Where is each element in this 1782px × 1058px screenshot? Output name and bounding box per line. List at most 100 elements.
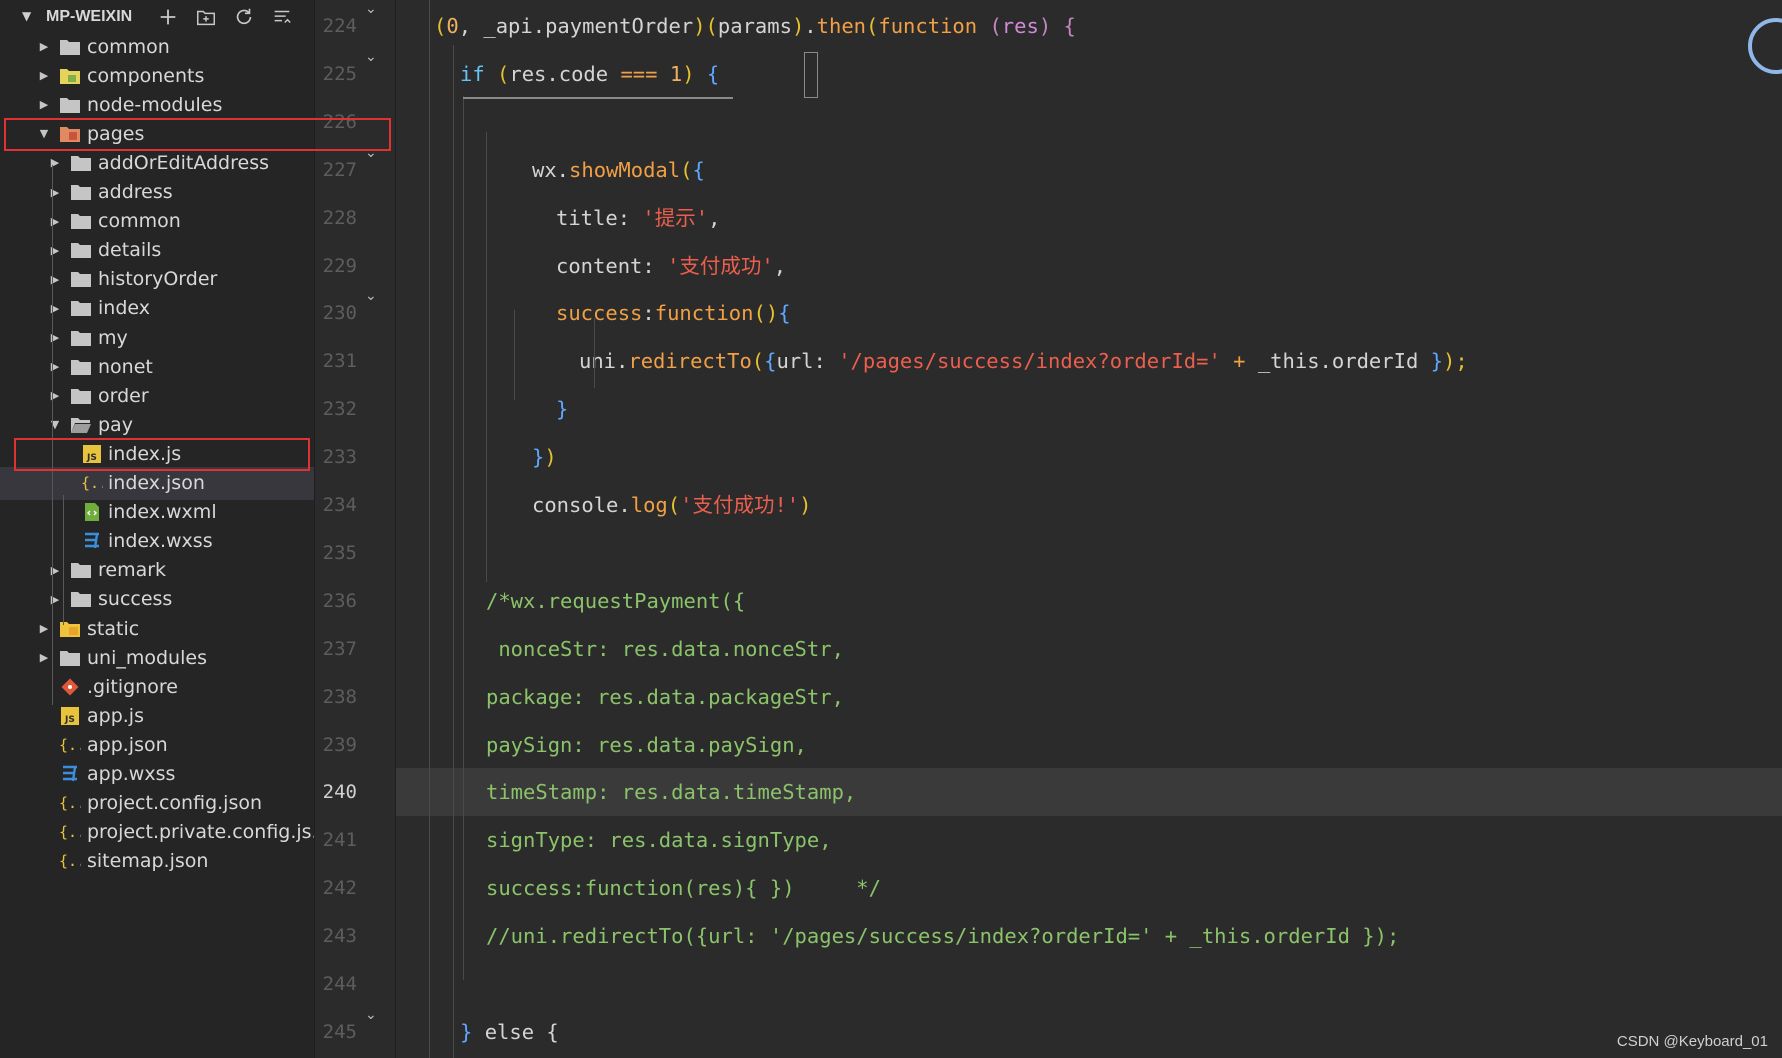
code-line[interactable] (396, 98, 1782, 146)
code-token: content: (556, 253, 668, 278)
tree-folder[interactable]: ▶ uni_modules (0, 641, 314, 674)
tree-file[interactable]: JS index.js (0, 437, 314, 470)
tree-file[interactable]: app.wxss (0, 758, 314, 791)
code-line[interactable]: (0, _api.paymentOrder)(params).then(func… (396, 2, 1782, 50)
code-line[interactable]: /*wx.requestPayment({ (396, 577, 1782, 625)
fold-chevron-icon[interactable]: ⌄ (365, 145, 377, 161)
chevron-right-icon[interactable]: ▶ (49, 186, 61, 199)
chevron-right-icon[interactable]: ▶ (49, 593, 61, 606)
code-line[interactable]: package: res.data.packageStr, (396, 673, 1782, 721)
chevron-down-icon[interactable]: ▼ (49, 418, 61, 431)
folder-icon (69, 326, 93, 350)
line-number: 245 (322, 1020, 357, 1043)
fold-chevron-icon[interactable]: ⌄ (365, 288, 377, 304)
tree-folder[interactable]: ▼ pages (0, 117, 314, 150)
json-file-icon: {..} (58, 733, 82, 757)
tree-item-label: node-modules (87, 93, 223, 116)
chevron-right-icon[interactable]: ▶ (38, 40, 50, 53)
code-line[interactable]: timeStamp: res.data.timeStamp, (396, 768, 1782, 817)
chevron-right-icon[interactable]: ▶ (49, 215, 61, 228)
chevron-right-icon[interactable]: ▶ (49, 564, 61, 577)
chevron-right-icon[interactable]: ▶ (38, 622, 50, 635)
fold-chevron-icon[interactable]: ⌄ (365, 1007, 377, 1023)
chevron-right-icon[interactable]: ▶ (49, 331, 61, 344)
tree-folder[interactable]: ▶ static (0, 612, 314, 645)
tree-folder[interactable]: ▶ common (0, 205, 314, 238)
code-line[interactable]: console.log('支付成功!') (396, 481, 1782, 529)
tree-folder[interactable]: ▶ addOrEditAddress (0, 146, 314, 179)
refresh-icon[interactable] (232, 5, 256, 29)
tree-folder[interactable]: ▶ index (0, 292, 314, 325)
chevron-right-icon[interactable]: ▶ (38, 69, 50, 82)
code-token: : (642, 301, 655, 326)
tree-file[interactable]: index.wxml (0, 496, 314, 529)
chevron-right-icon[interactable]: ▶ (49, 156, 61, 169)
tree-folder[interactable]: ▶ nonet (0, 350, 314, 383)
tree-file[interactable]: JS app.js (0, 699, 314, 732)
code-line[interactable]: wx.showModal({ (396, 146, 1782, 194)
tree-folder[interactable]: ▶ node-modules (0, 88, 314, 121)
code-text: timeStamp: res.data.timeStamp, (486, 768, 856, 816)
code-line[interactable]: } else { (396, 1008, 1782, 1056)
indent-guide (63, 495, 64, 625)
tree-item-label: index.wxml (108, 501, 217, 524)
explorer-title[interactable]: MP-WEIXIN (46, 8, 132, 26)
fold-chevron-icon[interactable]: ⌄ (365, 1, 377, 17)
code-line[interactable]: content: '支付成功', (396, 242, 1782, 290)
tree-folder[interactable]: ▶ historyOrder (0, 263, 314, 296)
json-file-icon: {..} (58, 791, 82, 815)
tree-folder[interactable]: ▶ address (0, 176, 314, 209)
code-line[interactable]: uni.redirectTo({url: '/pages/success/ind… (396, 337, 1782, 385)
chevron-right-icon[interactable]: ▶ (49, 244, 61, 257)
code-line[interactable]: nonceStr: res.data.nonceStr, (396, 625, 1782, 673)
code-line[interactable]: success:function(){ (396, 289, 1782, 337)
tree-file[interactable]: {..} index.json (0, 466, 314, 500)
tree-file[interactable]: {..} app.json (0, 728, 314, 761)
tree-file[interactable]: {..} project.private.config.js... (0, 816, 314, 849)
chevron-down-icon[interactable]: ▼ (22, 9, 31, 23)
chevron-right-icon[interactable]: ▶ (49, 302, 61, 315)
tree-item-label: index.js (108, 442, 182, 465)
chevron-right-icon[interactable]: ▶ (38, 98, 50, 111)
tree-folder[interactable]: ▼ pay (0, 408, 314, 441)
tree-folder[interactable]: ▶ remark (0, 554, 314, 587)
code-line[interactable]: } (396, 385, 1782, 433)
tree-folder[interactable]: ▶ details (0, 234, 314, 267)
code-editor[interactable]: 224 ⌄ 225 ⌄ 226 227 ⌄ 228 229 230 ⌄ 231 232 233 234 235… (315, 0, 1782, 1058)
code-token: url: (776, 349, 839, 374)
tree-file[interactable]: .gitignore (0, 670, 314, 703)
tree-file[interactable]: {..} sitemap.json (0, 845, 314, 878)
chevron-right-icon[interactable]: ▶ (38, 651, 50, 664)
chevron-down-icon[interactable]: ▼ (38, 127, 50, 140)
tree-file[interactable]: index.wxss (0, 525, 314, 558)
new-folder-icon[interactable] (194, 5, 218, 29)
code-text: paySign: res.data.paySign, (486, 721, 807, 769)
tree-file[interactable]: {..} project.config.json (0, 787, 314, 820)
code-line[interactable]: if (res.code === 1) { (396, 50, 1782, 98)
tree-folder[interactable]: ▶ order (0, 379, 314, 412)
code-token: } (1430, 349, 1443, 374)
code-line[interactable] (396, 529, 1782, 577)
tree-folder[interactable]: ▶ success (0, 583, 314, 616)
code-line[interactable]: signType: res.data.signType, (396, 816, 1782, 864)
chevron-right-icon[interactable]: ▶ (49, 273, 61, 286)
new-file-icon[interactable] (156, 5, 180, 29)
code-line[interactable]: title: '提示', (396, 194, 1782, 242)
code-token: ) { (1038, 14, 1076, 38)
line-number-gutter: 224 ⌄ 225 ⌄ 226 227 ⌄ 228 229 230 ⌄ 231 232 233 234 235… (315, 0, 395, 1058)
code-line[interactable]: //uni.redirectTo({url: '/pages/success/i… (396, 912, 1782, 960)
code-line[interactable]: success:function(res){ }) */ (396, 864, 1782, 912)
code-line[interactable]: paySign: res.data.paySign, (396, 721, 1782, 769)
tree-folder[interactable]: ▶ common (0, 30, 314, 63)
chevron-right-icon[interactable]: ▶ (49, 360, 61, 373)
code-line[interactable] (396, 960, 1782, 1008)
tree-folder[interactable]: ▶ components (0, 59, 314, 92)
code-text: if (res.code === 1) { (460, 50, 719, 98)
code-token: { (692, 157, 705, 182)
code-text: nonceStr: res.data.nonceStr, (486, 625, 844, 673)
collapse-all-icon[interactable] (270, 5, 294, 29)
tree-folder[interactable]: ▶ my (0, 321, 314, 354)
fold-chevron-icon[interactable]: ⌄ (365, 49, 377, 65)
chevron-right-icon[interactable]: ▶ (49, 389, 61, 402)
code-line[interactable]: }) (396, 433, 1782, 481)
